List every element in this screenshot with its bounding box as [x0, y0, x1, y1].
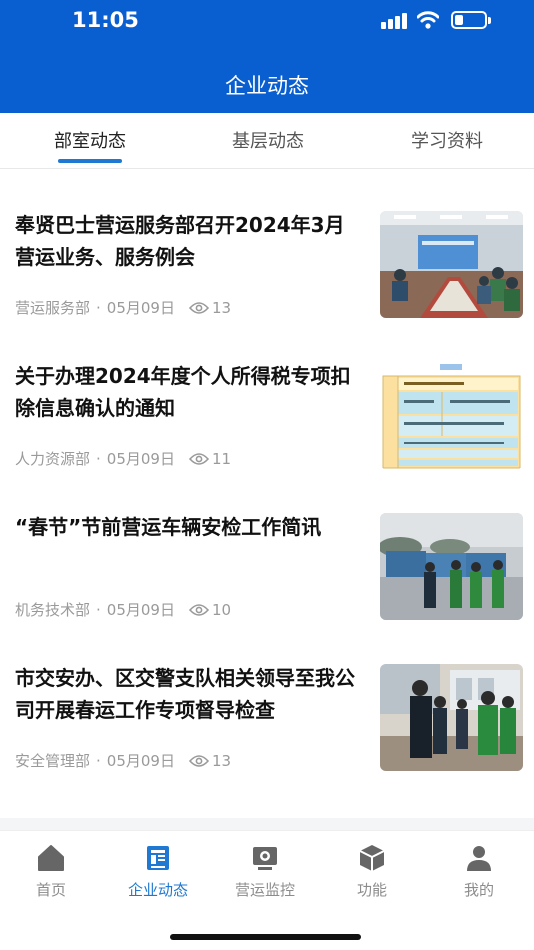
eye-icon	[188, 603, 209, 616]
article-item[interactable]: 市交安办、区交警支队相关领导至我公司开展春运工作专项督导检查 安全管理部 · 0…	[0, 622, 534, 773]
eye-icon	[188, 301, 209, 314]
article-department: 安全管理部	[15, 752, 91, 770]
article-meta: 营运服务部 · 05月09日 13	[15, 297, 231, 318]
article-views: 11	[211, 449, 232, 468]
eye-icon	[188, 452, 209, 465]
active-tab-indicator	[58, 159, 122, 163]
monitor-icon	[253, 847, 277, 870]
meta-separator: ·	[96, 298, 101, 317]
article-department: 人力资源部	[15, 450, 91, 468]
battery-icon	[451, 11, 491, 29]
article-date: 05月09日	[106, 450, 175, 468]
tab-bar: 部室动态 基层动态 学习资料	[0, 113, 534, 169]
nav-enterprise-news[interactable]: 企业动态	[113, 843, 203, 900]
article-meta: 安全管理部 · 05月09日 13	[15, 750, 231, 771]
eye-icon	[188, 754, 209, 767]
article-date: 05月09日	[106, 752, 175, 770]
cube-icon	[359, 845, 385, 871]
article-thumbnail	[380, 362, 523, 469]
article-title: 市交安办、区交警支队相关领导至我公司开展春运工作专项督导检查	[15, 666, 355, 722]
nav-functions[interactable]: 功能	[327, 843, 417, 900]
article-thumbnail	[380, 211, 523, 318]
article-meta: 人力资源部 · 05月09日 11	[15, 448, 231, 469]
nav-label: 首页	[35, 881, 66, 899]
article-list: 奉贤巴士营运服务部召开2024年3月营运业务、服务例会 营运服务部 · 05月0…	[0, 169, 534, 818]
article-item[interactable]: “春节”节前营运车辆安检工作简讯 机务技术部 · 05月09日 10	[0, 471, 534, 622]
article-title: “春节”节前营运车辆安检工作简讯	[15, 515, 322, 539]
nav-profile[interactable]: 我的	[434, 843, 524, 900]
meta-separator: ·	[96, 600, 101, 619]
article-views: 13	[211, 298, 232, 317]
home-icon	[38, 845, 64, 871]
status-time: 11:05	[72, 8, 139, 32]
nav-operations-monitor[interactable]: 营运监控	[220, 843, 310, 900]
article-title: 奉贤巴士营运服务部召开2024年3月营运业务、服务例会	[15, 213, 345, 269]
app-header: 11:05 企业动态	[0, 0, 534, 113]
tab-study-materials[interactable]: 学习资料	[387, 127, 507, 153]
article-title: 关于办理2024年度个人所得税专项扣除信息确认的通知	[15, 364, 351, 420]
page-title: 企业动态	[225, 74, 309, 98]
article-item[interactable]: 关于办理2024年度个人所得税专项扣除信息确认的通知 人力资源部 · 05月09…	[0, 320, 534, 471]
meta-separator: ·	[96, 751, 101, 770]
nav-label: 营运监控	[234, 881, 295, 899]
article-thumbnail	[380, 513, 523, 620]
bottom-nav: 首页 企业动态 营运监控 功能 我的	[0, 830, 534, 950]
nav-label: 企业动态	[127, 881, 188, 899]
article-date: 05月09日	[106, 299, 175, 317]
tab-department-news[interactable]: 部室动态	[30, 127, 150, 153]
article-views: 10	[211, 600, 232, 619]
article-date: 05月09日	[106, 601, 175, 619]
article-department: 营运服务部	[15, 299, 91, 317]
tab-grassroots-news[interactable]: 基层动态	[208, 127, 328, 153]
profile-icon	[467, 846, 491, 871]
article-meta: 机务技术部 · 05月09日 10	[15, 599, 231, 620]
article-views: 13	[211, 751, 232, 770]
article-item[interactable]: 奉贤巴士营运服务部召开2024年3月营运业务、服务例会 营运服务部 · 05月0…	[0, 169, 534, 320]
wifi-icon	[417, 11, 439, 29]
nav-label: 功能	[356, 881, 387, 899]
news-icon	[147, 846, 169, 870]
article-thumbnail	[380, 664, 523, 771]
nav-home[interactable]: 首页	[6, 843, 96, 900]
article-department: 机务技术部	[15, 601, 91, 619]
cellular-signal-icon	[381, 13, 408, 29]
nav-label: 我的	[463, 881, 494, 899]
meta-separator: ·	[96, 449, 101, 468]
home-indicator	[170, 934, 361, 940]
